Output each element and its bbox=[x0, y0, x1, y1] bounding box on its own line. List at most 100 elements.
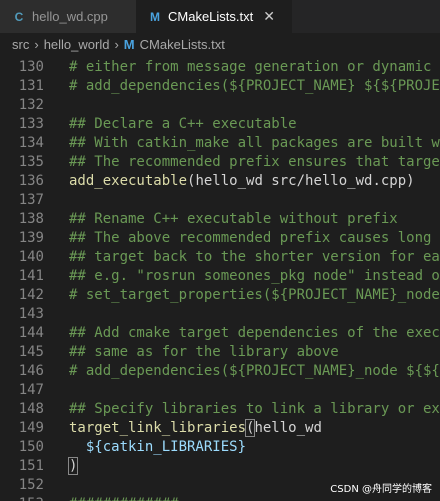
code-line[interactable]: 134 ## With catkin_make all packages are … bbox=[0, 134, 440, 153]
line-number: 139 bbox=[18, 230, 44, 246]
code-comment: ## Add cmake target dependencies of the … bbox=[69, 325, 440, 341]
code-comment: ## Specify libraries to link a library o… bbox=[69, 401, 440, 417]
tab-label: CMakeLists.txt bbox=[168, 9, 254, 24]
line-number: 142 bbox=[18, 287, 44, 303]
code-comment: ## Declare a C++ executable bbox=[69, 116, 297, 132]
breadcrumb-src[interactable]: src bbox=[12, 37, 29, 52]
code-comment: # either from message generation or dyna… bbox=[69, 59, 432, 75]
code-comment: ############# bbox=[69, 496, 179, 501]
code-line[interactable]: 133 ## Declare a C++ executable bbox=[0, 115, 440, 134]
cmake-file-icon: M bbox=[150, 9, 160, 24]
cpp-file-icon: C bbox=[14, 9, 24, 24]
chevron-right-icon: › bbox=[114, 37, 119, 52]
code-line[interactable]: 140 ## target back to the shorter version… bbox=[0, 248, 440, 267]
code-comment: ## The above recommended prefix causes l… bbox=[69, 230, 432, 246]
line-number: 141 bbox=[18, 268, 44, 284]
code-line[interactable]: 143 bbox=[0, 305, 440, 324]
line-number: 136 bbox=[18, 173, 44, 189]
code-comment: ## Rename C++ executable without prefix bbox=[69, 211, 398, 227]
code-line[interactable]: 148 ## Specify libraries to link a librar… bbox=[0, 400, 440, 419]
code-comment: ## With catkin_make all packages are bui… bbox=[69, 135, 440, 151]
variable-ref: ${catkin_LIBRARIES} bbox=[85, 439, 247, 455]
line-number: 137 bbox=[18, 192, 44, 208]
code-line[interactable]: 137 bbox=[0, 191, 440, 210]
code-comment: ## e.g. "rosrun someones_pkg node" inste… bbox=[69, 268, 440, 284]
breadcrumb: src › hello_world › M CMakeLists.txt bbox=[0, 33, 440, 56]
code-comment: ## The recommended prefix ensures that t… bbox=[69, 154, 440, 170]
breadcrumb-hello-world[interactable]: hello_world bbox=[44, 37, 110, 52]
code-text: ############# bbox=[69, 495, 179, 501]
code-line[interactable]: 151) bbox=[0, 457, 440, 476]
tab-hello-wd-cpp[interactable]: C hello_wd.cpp bbox=[0, 0, 136, 33]
code-line[interactable]: 131 # add_dependencies(${PROJECT_NAME} ${… bbox=[0, 77, 440, 96]
breadcrumb-file[interactable]: CMakeLists.txt bbox=[140, 37, 225, 52]
code-text: ## target back to the shorter version fo… bbox=[69, 248, 440, 267]
code-text: ## The recommended prefix ensures that t… bbox=[69, 153, 440, 172]
cmake-file-icon: M bbox=[123, 37, 135, 52]
code-line[interactable]: 141 ## e.g. "rosrun someones_pkg node" in… bbox=[0, 267, 440, 286]
line-number: 130 bbox=[18, 59, 44, 75]
watermark: CSDN @舟同学的博客 bbox=[330, 484, 432, 495]
code-line[interactable]: 145 ## same as for the library above bbox=[0, 343, 440, 362]
line-number: 152 bbox=[18, 477, 44, 493]
code-line[interactable]: 144 ## Add cmake target dependencies of t… bbox=[0, 324, 440, 343]
code-text: # add_dependencies(${PROJECT_NAME} ${${P… bbox=[69, 77, 440, 96]
code-comment: ## target back to the shorter version fo… bbox=[69, 249, 440, 265]
code-args: hello_wd bbox=[254, 420, 322, 436]
code-line[interactable]: 132 bbox=[0, 96, 440, 115]
line-number: 151 bbox=[18, 458, 44, 474]
function-name: add_executable bbox=[69, 173, 188, 189]
code-text: ## The above recommended prefix causes l… bbox=[69, 229, 431, 248]
line-number: 138 bbox=[18, 211, 44, 227]
code-text: ## e.g. "rosrun someones_pkg node" inste… bbox=[69, 267, 440, 286]
line-number: 148 bbox=[18, 401, 44, 417]
code-text: ## same as for the library above bbox=[69, 343, 339, 362]
line-number: 131 bbox=[18, 78, 44, 94]
line-number: 150 bbox=[18, 439, 44, 455]
line-number: 132 bbox=[18, 97, 44, 113]
code-text: ## Add cmake target dependencies of the … bbox=[69, 324, 440, 343]
code-comment: # add_dependencies(${PROJECT_NAME}_node … bbox=[69, 363, 440, 379]
code-comment: # set_target_properties(${PROJECT_NAME}_… bbox=[69, 287, 440, 303]
code-text: ) bbox=[67, 457, 79, 476]
code-line[interactable]: 149 target_link_libraries(hello_wd bbox=[0, 419, 440, 438]
line-number: 144 bbox=[18, 325, 44, 341]
code-text: ## Declare a C++ executable bbox=[69, 115, 297, 134]
code-text: ${catkin_LIBRARIES} bbox=[69, 438, 246, 457]
line-number: 134 bbox=[18, 135, 44, 151]
code-text: add_executable(hello_wd src/hello_wd.cpp… bbox=[69, 172, 415, 191]
code-comment: # add_dependencies(${PROJECT_NAME} ${${P… bbox=[69, 78, 440, 94]
code-text: # add_dependencies(${PROJECT_NAME}_node … bbox=[69, 362, 440, 381]
close-icon[interactable]: ✕ bbox=[263, 8, 275, 25]
code-line[interactable]: 142 # set_target_properties(${PROJECT_NAM… bbox=[0, 286, 440, 305]
code-line[interactable]: 138 ## Rename C++ executable without pref… bbox=[0, 210, 440, 229]
line-number: 135 bbox=[18, 154, 44, 170]
chevron-right-icon: › bbox=[34, 37, 39, 52]
code-args: (hello_wd src/hello_wd.cpp) bbox=[187, 173, 415, 189]
code-line[interactable]: 146 # add_dependencies(${PROJECT_NAME}_no… bbox=[0, 362, 440, 381]
code-text: ## Rename C++ executable without prefix bbox=[69, 210, 398, 229]
line-number: 146 bbox=[18, 363, 44, 379]
function-name: target_link_libraries bbox=[69, 420, 247, 436]
code-text: # either from message generation or dyna… bbox=[69, 58, 431, 77]
code-text: ## Specify libraries to link a library o… bbox=[69, 400, 440, 419]
tab-cmakelists[interactable]: M CMakeLists.txt ✕ bbox=[136, 0, 292, 33]
code-line[interactable]: 136 add_executable(hello_wd src/hello_wd.… bbox=[0, 172, 440, 191]
code-text: target_link_libraries(hello_wd bbox=[69, 419, 322, 438]
code-line[interactable]: 130 # either from message generation or d… bbox=[0, 58, 440, 77]
line-number: 153 bbox=[0, 495, 44, 501]
tab-bar: C hello_wd.cpp M CMakeLists.txt ✕ bbox=[0, 0, 440, 33]
code-line[interactable]: 135 ## The recommended prefix ensures tha… bbox=[0, 153, 440, 172]
code-line[interactable]: 150 ${catkin_LIBRARIES} bbox=[0, 438, 440, 457]
code-line[interactable]: 153 ############# bbox=[0, 495, 440, 501]
code-text: # set_target_properties(${PROJECT_NAME}_… bbox=[69, 286, 440, 305]
line-number: 149 bbox=[18, 420, 44, 436]
line-number: 145 bbox=[18, 344, 44, 360]
code-line[interactable]: 139 ## The above recommended prefix cause… bbox=[0, 229, 440, 248]
line-number: 147 bbox=[18, 382, 44, 398]
code-line[interactable]: 147 bbox=[0, 381, 440, 400]
code-comment: ## same as for the library above bbox=[69, 344, 339, 360]
code-editor[interactable]: 130 # either from message generation or d… bbox=[0, 56, 440, 501]
tab-label: hello_wd.cpp bbox=[32, 9, 108, 24]
code-text: ## With catkin_make all packages are bui… bbox=[69, 134, 440, 153]
